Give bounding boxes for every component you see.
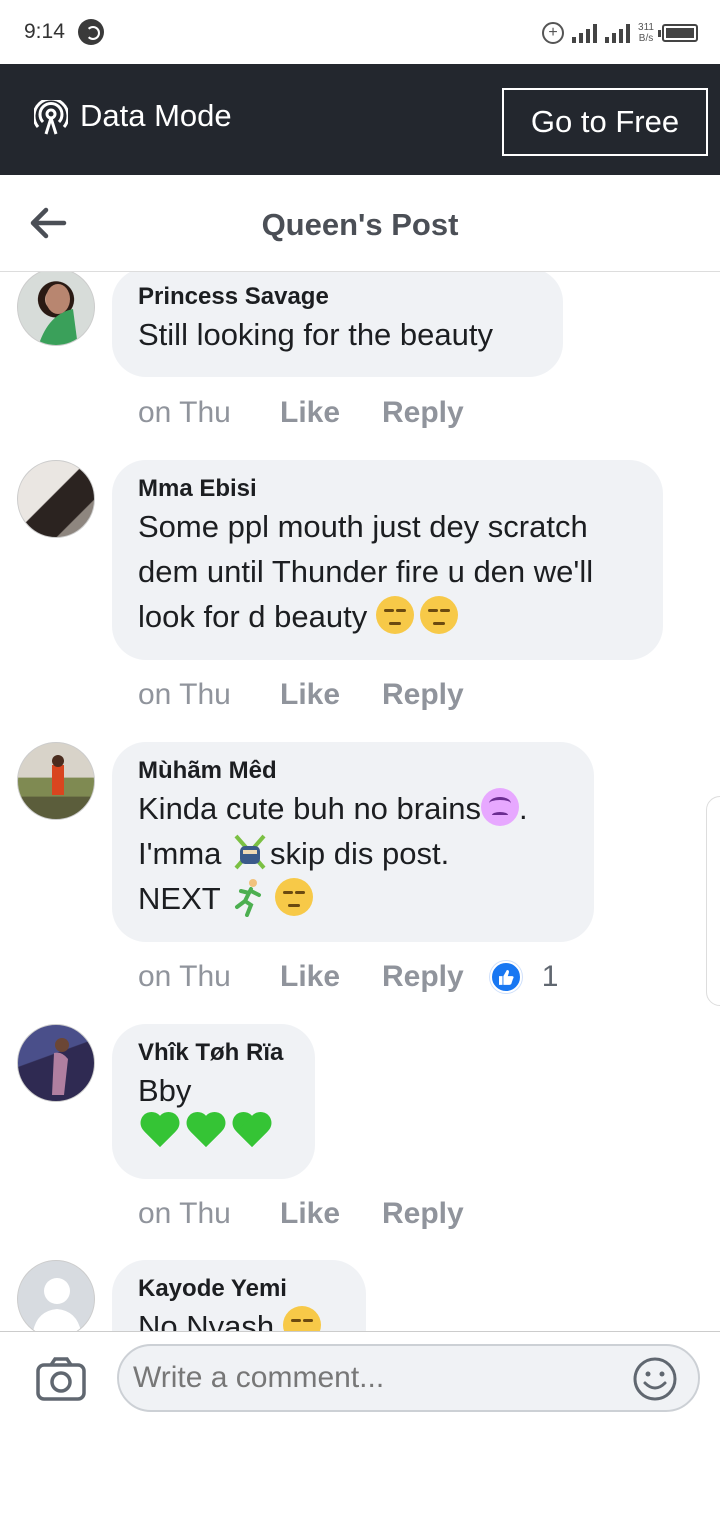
comment-bubble[interactable]: Mùhãm Mêd Kinda cute buh no brains. I'mm… [112,742,594,942]
reactions-summary[interactable]: 1 [489,960,559,994]
comment-text: I'mma skip dis post. [138,831,568,876]
ninja-icon [234,834,266,870]
avatar[interactable] [17,460,95,538]
avatar[interactable] [17,1024,95,1102]
comment-time: on Thu [138,960,231,993]
comment-text: dem until Thunder fire u den we'll [138,554,594,589]
comment-author[interactable]: Kayode Yemi [138,1274,340,1304]
comment-author[interactable]: Mùhãm Mêd [138,756,568,786]
comment-bubble[interactable]: Princess Savage Still looking for the be… [112,272,563,377]
comment-bubble[interactable]: Kayode Yemi No Nyash [112,1260,366,1332]
signal-hplus-icon [605,23,631,43]
comment-time: on Thu [138,396,231,429]
like-button[interactable]: Like [280,1197,382,1231]
avatar[interactable] [17,272,95,346]
comment-text: Kinda cute buh no brains. [138,786,568,831]
comment-text: No Nyash [138,1304,340,1332]
side-panel-handle[interactable] [706,796,720,1006]
unamused-face-icon [274,878,313,916]
thumbs-up-icon [489,961,522,993]
reply-button[interactable]: Reply [382,1197,464,1231]
emoji-picker-icon[interactable] [632,1356,678,1402]
comment-author[interactable]: Mma Ebisi [138,474,637,504]
page-title: Queen's Post [261,207,459,242]
reaction-count: 1 [541,960,559,993]
like-button[interactable]: Like [280,396,382,430]
network-speed: 311 B/s [638,22,654,44]
status-time: 9:14 [24,20,65,43]
comment-emojis [138,1113,289,1159]
green-heart-icon [184,1113,228,1153]
comment-actions: on Thu Like Reply [138,678,464,712]
unamused-face-icon [375,596,414,634]
comment-author[interactable]: Vhîk Tøh Rïa [138,1038,289,1068]
status-icons: + 311 B/s [542,18,698,48]
camera-icon[interactable] [36,1357,86,1401]
comment-text: look for d beauty [138,594,637,639]
comment-text: Some ppl mouth just dey scratch [138,509,588,544]
comment-actions: on Thu Like Reply 1 [138,960,558,994]
status-bar: 9:14 + 311 B/s [0,0,720,64]
comment-time: on Thu [138,678,231,711]
comment-bubble[interactable]: Vhîk Tøh Rïa Bby [112,1024,315,1179]
comment-text: NEXT [138,876,568,921]
like-button[interactable]: Like [280,960,382,994]
battery-icon [658,24,698,42]
reply-button[interactable]: Reply [382,678,464,712]
unamused-face-icon [282,1306,321,1332]
comment-time: on Thu [138,1197,231,1230]
green-heart-icon [230,1113,274,1153]
comment-actions: on Thu Like Reply [138,1197,464,1231]
broadcast-icon [34,100,68,135]
data-mode-label: Data Mode [80,98,232,133]
comment-author[interactable]: Princess Savage [138,282,537,312]
dizzy-face-icon [480,788,519,826]
reply-button[interactable]: Reply [382,396,464,430]
comment-text: Bby [138,1073,192,1108]
comment-bubble[interactable]: Mma Ebisi Some ppl mouth just dey scratc… [112,460,663,660]
like-button[interactable]: Like [280,678,382,712]
avatar[interactable] [17,1260,95,1332]
go-to-free-button[interactable]: Go to Free [502,88,708,156]
reply-button[interactable]: Reply [382,960,464,994]
running-man-icon [234,879,261,917]
signal-icon [572,23,598,43]
comment-text: Still looking for the beauty [138,317,493,352]
avatar[interactable] [17,742,95,820]
comment-actions: on Thu Like Reply [138,396,464,430]
green-heart-icon [138,1113,182,1153]
comments-list[interactable]: Princess Savage Still looking for the be… [0,272,720,1332]
data-saver-icon: + [542,22,565,44]
whatsapp-notification-icon [78,19,104,45]
unamused-face-icon [419,596,458,634]
comment-input[interactable] [117,1344,700,1412]
